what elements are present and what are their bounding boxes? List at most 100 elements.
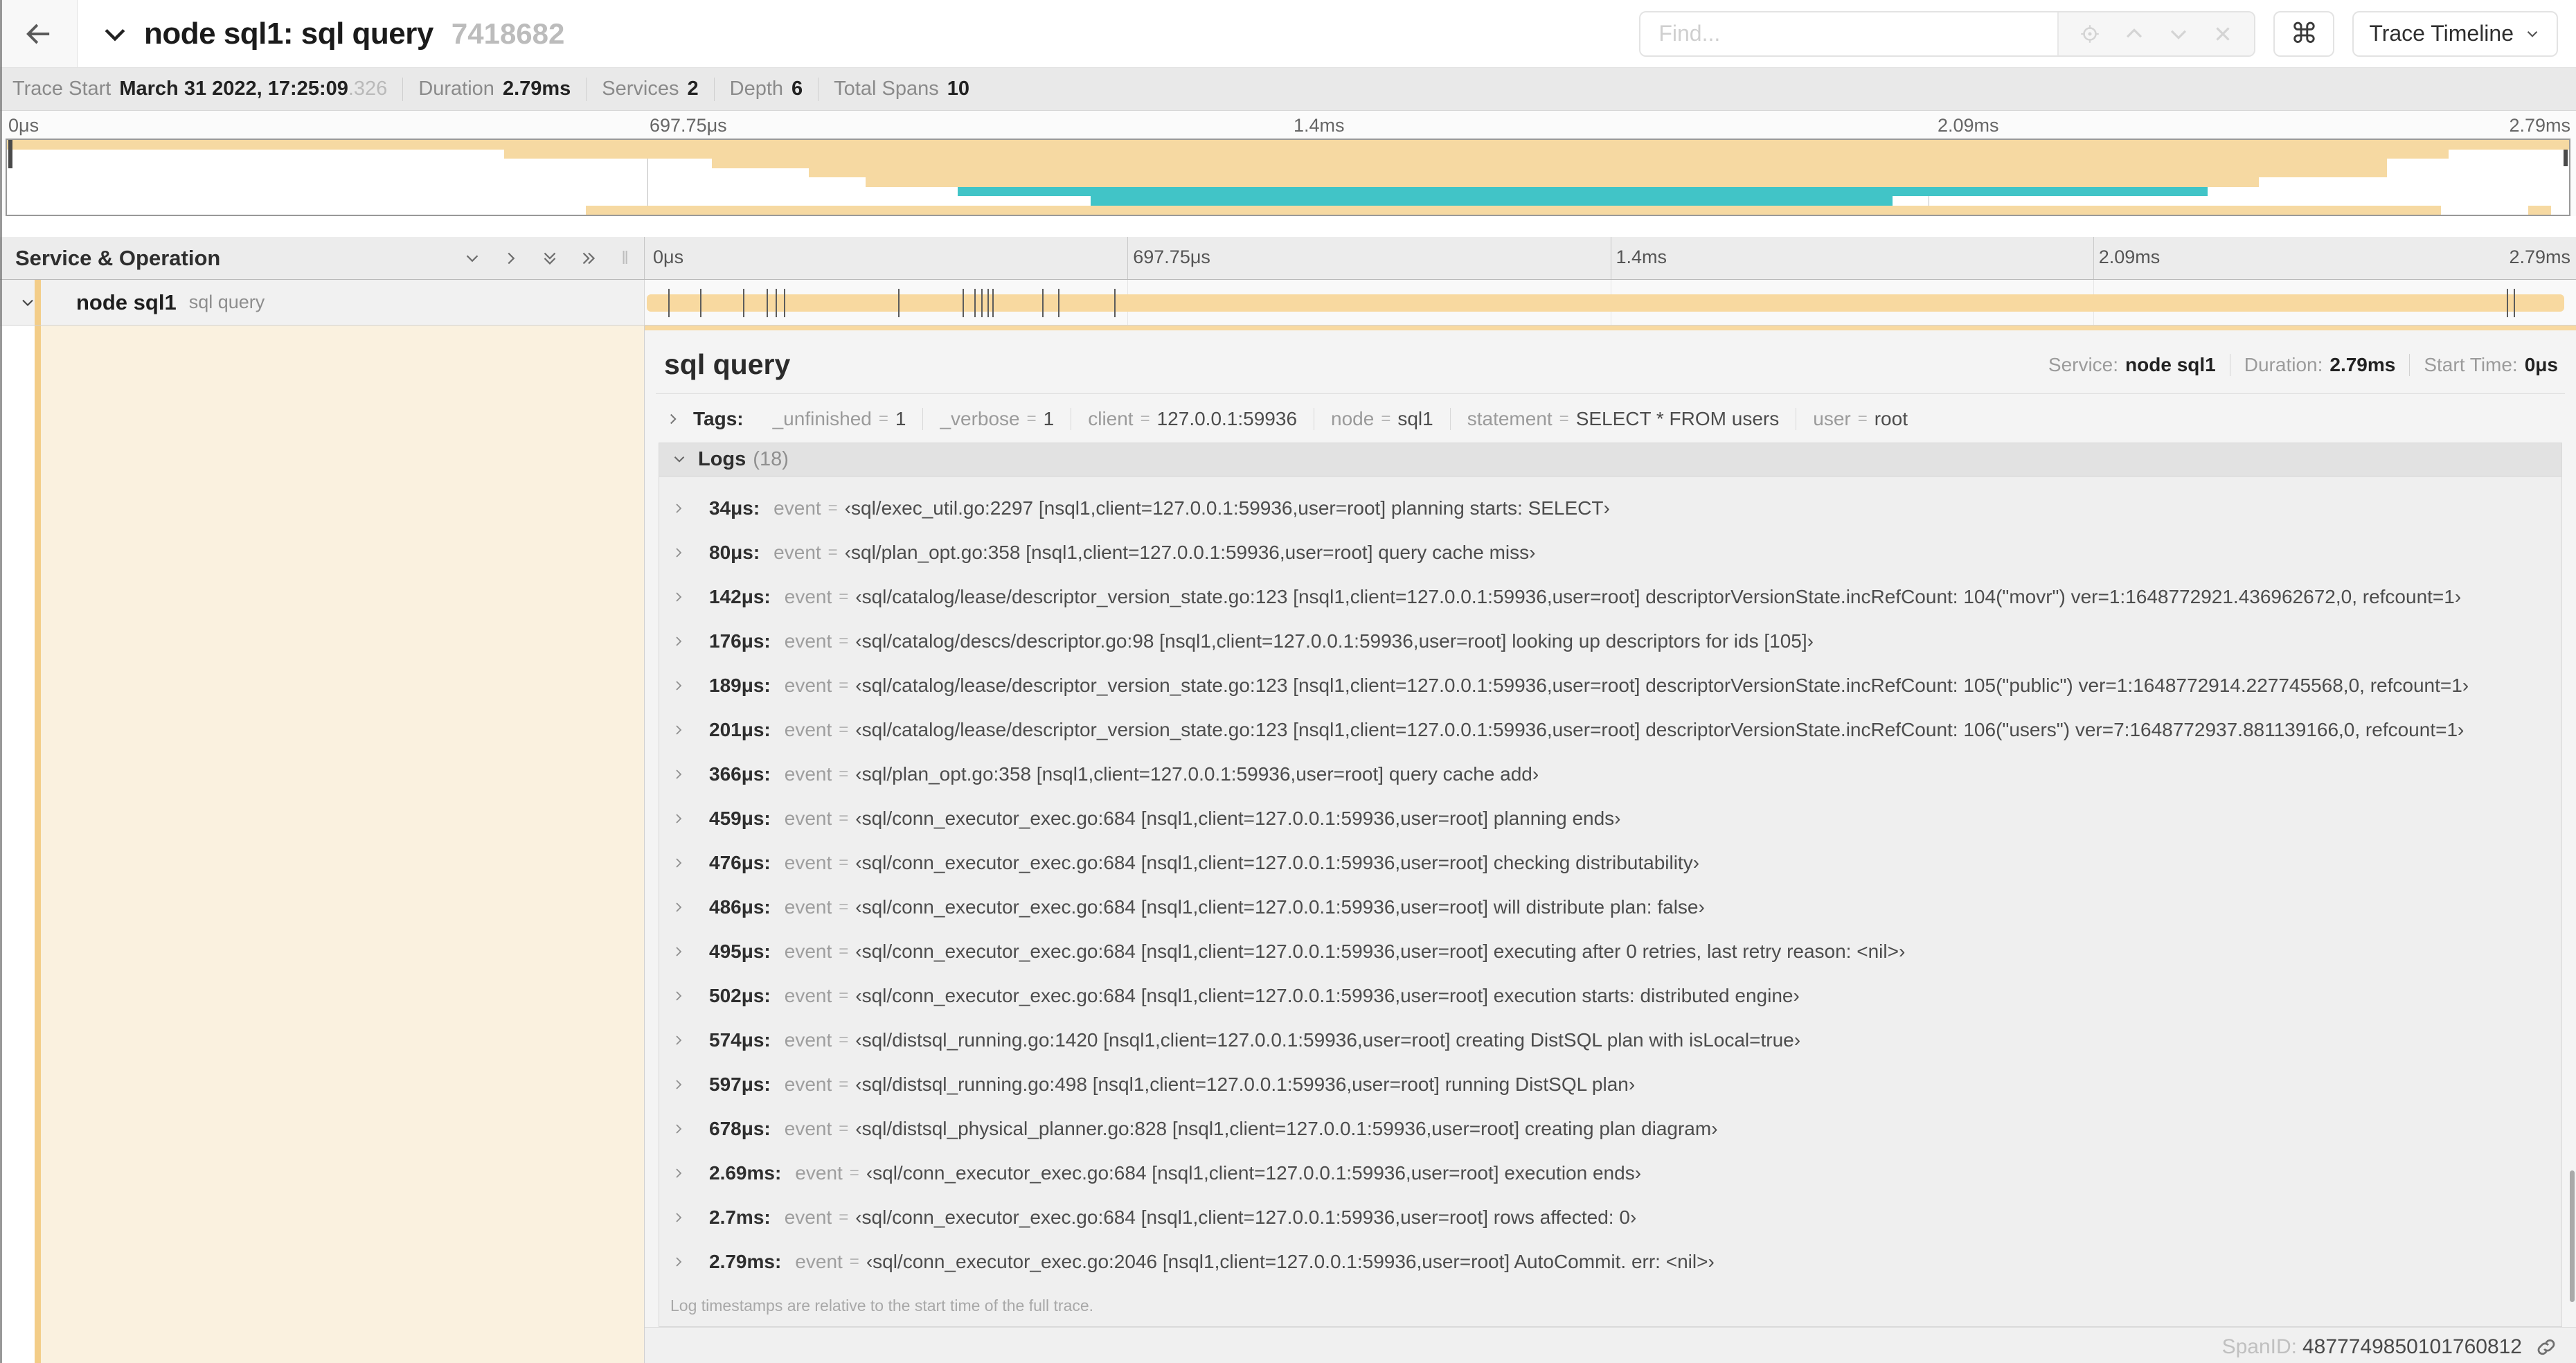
trace-info-item: Total Spans 10 bbox=[834, 78, 969, 100]
collapse-one-icon[interactable] bbox=[462, 248, 483, 269]
tick-label: 2.09ms bbox=[2098, 247, 2161, 267]
span-row-name-cell[interactable]: node sql1 sql query bbox=[0, 280, 644, 325]
log-timestamp: 459μs: bbox=[709, 807, 771, 829]
collapse-all-icon[interactable] bbox=[539, 248, 560, 269]
log-field-value: ‹sql/catalog/lease/descriptor_version_st… bbox=[855, 718, 2465, 740]
span-row[interactable]: node sql1 sql query bbox=[0, 280, 2576, 326]
tick-label: 0μs bbox=[8, 115, 39, 136]
chevron-right-icon bbox=[670, 633, 698, 650]
tag-item: client = 127.0.0.1:59936 bbox=[1071, 407, 1314, 430]
log-field-value: ‹sql/conn_executor_exec.go:684 [nsql1,cl… bbox=[855, 1206, 1637, 1228]
chevron-right-icon bbox=[670, 1032, 698, 1049]
log-row[interactable]: 201μs: event = ‹sql/catalog/lease/descripto… bbox=[659, 708, 2561, 752]
minimap-left-handle[interactable] bbox=[8, 140, 12, 169]
next-match-icon[interactable] bbox=[2167, 22, 2190, 46]
back-button[interactable] bbox=[0, 0, 78, 67]
chevron-down-icon bbox=[674, 456, 685, 463]
log-row[interactable]: 2.7ms: event = ‹sql/conn_executor_exec.go:6… bbox=[659, 1195, 2561, 1240]
equals-sign: = bbox=[1140, 409, 1150, 428]
trace-info-value: 6 bbox=[791, 78, 803, 100]
minimap-span-bar bbox=[2528, 205, 2552, 215]
log-row[interactable]: 2.79ms: event = ‹sql/conn_executor_exec.go:… bbox=[659, 1240, 2561, 1284]
chevron-right-icon bbox=[670, 1254, 698, 1270]
log-row[interactable]: 476μs: event = ‹sql/conn_executor_exec.go:6… bbox=[659, 841, 2561, 885]
vertical-scrollbar[interactable] bbox=[2570, 1170, 2575, 1302]
log-event-marker bbox=[987, 289, 989, 317]
log-row[interactable]: 486μs: event = ‹sql/conn_executor_exec.go:6… bbox=[659, 885, 2561, 929]
find-input[interactable] bbox=[1640, 12, 2058, 55]
log-field-value: ‹sql/conn_executor_exec.go:684 [nsql1,cl… bbox=[855, 984, 1800, 1006]
log-row[interactable]: 502μs: event = ‹sql/conn_executor_exec.go:6… bbox=[659, 974, 2561, 1018]
log-field-value: ‹sql/distsql_running.go:498 [nsql1,clien… bbox=[855, 1073, 1636, 1095]
view-selector-button[interactable]: Trace Timeline bbox=[2352, 10, 2558, 57]
spacer bbox=[0, 216, 2576, 237]
log-row[interactable]: 189μs: event = ‹sql/catalog/lease/descripto… bbox=[659, 663, 2561, 708]
log-row[interactable]: 142μs: event = ‹sql/catalog/lease/descripto… bbox=[659, 575, 2561, 619]
trace-collapse-chevron[interactable] bbox=[100, 19, 130, 49]
tags-label: Tags: bbox=[693, 407, 744, 429]
log-field-key: event bbox=[784, 940, 832, 962]
log-row[interactable]: 176μs: event = ‹sql/catalog/descs/descripto… bbox=[659, 619, 2561, 663]
tick-label: 1.4ms bbox=[1616, 247, 1667, 267]
log-row[interactable]: 678μs: event = ‹sql/distsql_physical_planne… bbox=[659, 1107, 2561, 1151]
expand-all-icon[interactable] bbox=[578, 248, 599, 269]
log-field-value: ‹sql/catalog/lease/descriptor_version_st… bbox=[855, 585, 2462, 607]
log-event-marker bbox=[1041, 289, 1044, 317]
detail-meta-value: 2.79ms bbox=[2329, 353, 2396, 375]
tag-value: 127.0.0.1:59936 bbox=[1156, 407, 1298, 429]
log-row[interactable]: 574μs: event = ‹sql/distsql_running.go:1420… bbox=[659, 1018, 2561, 1062]
chevron-right-icon bbox=[670, 500, 698, 517]
command-icon: ⌘ bbox=[2290, 17, 2318, 50]
log-event-marker bbox=[981, 289, 983, 317]
expand-one-icon[interactable] bbox=[501, 248, 521, 269]
deep-link-icon[interactable] bbox=[2534, 1335, 2558, 1359]
minimap-right-handle[interactable] bbox=[2564, 150, 2568, 166]
trace-info-bar: Trace Start March 31 2022, 17:25:09 .326… bbox=[0, 68, 2576, 111]
keyboard-shortcuts-button[interactable]: ⌘ bbox=[2273, 10, 2335, 57]
tags-toggle-row[interactable]: Tags: _unfinished = 1 _verbose = 1 client = 127.… bbox=[645, 394, 2576, 443]
log-row[interactable]: 597μs: event = ‹sql/distsql_running.go:498 … bbox=[659, 1062, 2561, 1107]
tag-item: statement = SELECT * FROM users bbox=[1449, 407, 1796, 430]
tag-key: statement bbox=[1467, 407, 1553, 429]
window-edge bbox=[0, 0, 2, 1363]
log-row[interactable]: 34μs: event = ‹sql/exec_util.go:2297 [nsql1… bbox=[659, 486, 2561, 531]
equals-sign: = bbox=[828, 498, 838, 517]
equals-sign: = bbox=[839, 897, 849, 916]
logs-toggle-header[interactable]: Logs (18) bbox=[659, 443, 2561, 476]
span-timeline-cell[interactable] bbox=[644, 280, 2576, 325]
log-field-key: event bbox=[795, 1161, 843, 1184]
log-field-value: ‹sql/plan_opt.go:358 [nsql1,client=127.0… bbox=[844, 541, 1536, 563]
log-timestamp: 476μs: bbox=[709, 851, 771, 873]
log-row[interactable]: 495μs: event = ‹sql/conn_executor_exec.go:6… bbox=[659, 929, 2561, 974]
focus-target-icon[interactable] bbox=[2078, 22, 2102, 46]
log-row[interactable]: 366μs: event = ‹sql/plan_opt.go:358 [nsql1,… bbox=[659, 752, 2561, 796]
log-field-value: ‹sql/conn_executor_exec.go:684 [nsql1,cl… bbox=[855, 940, 1906, 962]
log-timestamp: 597μs: bbox=[709, 1073, 771, 1095]
tag-key: _unfinished bbox=[772, 407, 872, 429]
equals-sign: = bbox=[878, 409, 888, 428]
minimap-span-bar bbox=[1091, 196, 1893, 206]
log-field-key: event bbox=[784, 1117, 832, 1139]
minimap-canvas[interactable] bbox=[6, 139, 2570, 216]
column-resize-grip[interactable]: ‖ bbox=[621, 247, 630, 269]
detail-meta-value: 0μs bbox=[2524, 353, 2558, 375]
log-field-key: event bbox=[784, 896, 832, 918]
clear-find-icon[interactable] bbox=[2211, 22, 2235, 46]
trace-info-label: Total Spans bbox=[834, 78, 939, 100]
prev-match-icon[interactable] bbox=[2122, 22, 2146, 46]
minimap-tick-labels: 0μs 697.75μs 1.4ms 2.09ms 2.79ms bbox=[0, 111, 2576, 139]
log-field-key: event bbox=[784, 984, 832, 1006]
span-duration-bar[interactable] bbox=[646, 294, 2565, 312]
log-field-key: event bbox=[773, 497, 821, 519]
log-field-key: event bbox=[784, 1073, 832, 1095]
log-field-key: event bbox=[784, 585, 832, 607]
log-row[interactable]: 2.69ms: event = ‹sql/conn_executor_exec.go:… bbox=[659, 1151, 2561, 1195]
tag-value: SELECT * FROM users bbox=[1575, 407, 1780, 429]
divider bbox=[402, 77, 404, 101]
trace-start-label: Trace Start bbox=[12, 78, 111, 100]
chevron-right-icon bbox=[670, 899, 698, 916]
log-event-marker bbox=[1057, 289, 1059, 317]
log-row[interactable]: 80μs: event = ‹sql/plan_opt.go:358 [nsql1,c… bbox=[659, 531, 2561, 575]
log-row[interactable]: 459μs: event = ‹sql/conn_executor_exec.go:6… bbox=[659, 796, 2561, 841]
span-detail-meta: Service: node sql1 Duration: 2.79ms Start Ti… bbox=[2048, 353, 2558, 376]
